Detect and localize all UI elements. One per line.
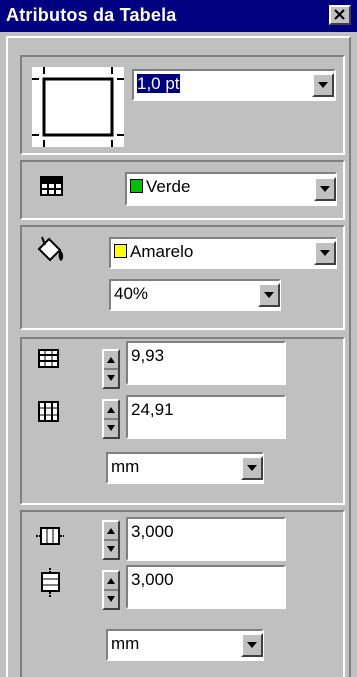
fill-group: Amarelo 40% [20,225,345,330]
chevron-down-icon [318,82,328,88]
chevron-down-icon [320,186,330,192]
border-group: 1,0 pt [20,55,345,155]
vertical-margin-icon [41,568,60,598]
chevron-down-icon [320,250,330,256]
grid-color-dropdown-button[interactable] [314,177,336,201]
spinner-arrows-icon [104,357,118,381]
vertical-margin-input[interactable]: 3,000 [126,565,286,609]
paint-bucket-icon [37,236,64,262]
fill-color-dropdown-button[interactable] [314,241,336,265]
border-preview-icon[interactable] [32,67,124,147]
row-height-icon [38,349,59,368]
chevron-down-icon [264,292,274,298]
chevron-down-icon [247,465,257,471]
horizontal-margin-spinner[interactable] [102,520,120,560]
cell-size-unit-value: mm [111,457,140,476]
horizontal-margin-input[interactable]: 3,000 [126,517,286,561]
cell-size-group: 9,93 24,91 mm [20,337,345,505]
fill-shade-value: 40% [114,284,149,303]
cell-height-spinner[interactable] [102,349,120,389]
spinner-arrows-icon [104,578,118,602]
cell-size-unit-dropdown-button[interactable] [241,456,263,480]
grid-color-label: Verde [146,177,191,196]
horizontal-margin-value: 3,000 [131,522,174,541]
cell-margin-unit-dropdown-button[interactable] [241,633,263,657]
grid-color-group: Verde [20,160,345,220]
border-weight-value: 1,0 pt [137,74,180,93]
vertical-margin-spinner[interactable] [102,570,120,610]
fill-shade-dropdown-button[interactable] [258,283,280,307]
chevron-down-icon [247,642,257,648]
fill-shade-select[interactable]: 40% [109,279,281,311]
spinner-arrows-icon [104,407,118,431]
cell-margin-unit-value: mm [111,634,140,653]
cell-height-value: 9,93 [131,346,165,365]
vertical-margin-value: 3,000 [131,570,174,589]
cell-width-spinner[interactable] [102,399,120,439]
fill-color-select[interactable]: Amarelo [109,237,337,269]
grid-color-swatch [130,179,143,193]
table-grid-icon [40,176,63,196]
border-weight-select[interactable]: 1,0 pt [132,69,336,101]
fill-color-label: Amarelo [130,242,194,261]
cell-width-value: 24,91 [131,400,174,419]
spinner-arrows-icon [104,528,118,552]
cell-height-input[interactable]: 9,93 [126,341,286,385]
fill-color-swatch [114,244,127,258]
horizontal-margin-icon [36,527,64,545]
close-button[interactable] [329,5,351,25]
border-weight-dropdown-button[interactable] [312,73,334,97]
grid-color-select[interactable]: Verde [125,172,337,206]
cell-width-input[interactable]: 24,91 [126,395,286,439]
close-icon [334,9,345,20]
column-width-icon [38,401,59,422]
title-bar: Atributos da Tabela [0,0,357,32]
window-title: Atributos da Tabela [6,5,177,25]
cell-margin-group: 3,000 3,000 mm [20,510,345,677]
